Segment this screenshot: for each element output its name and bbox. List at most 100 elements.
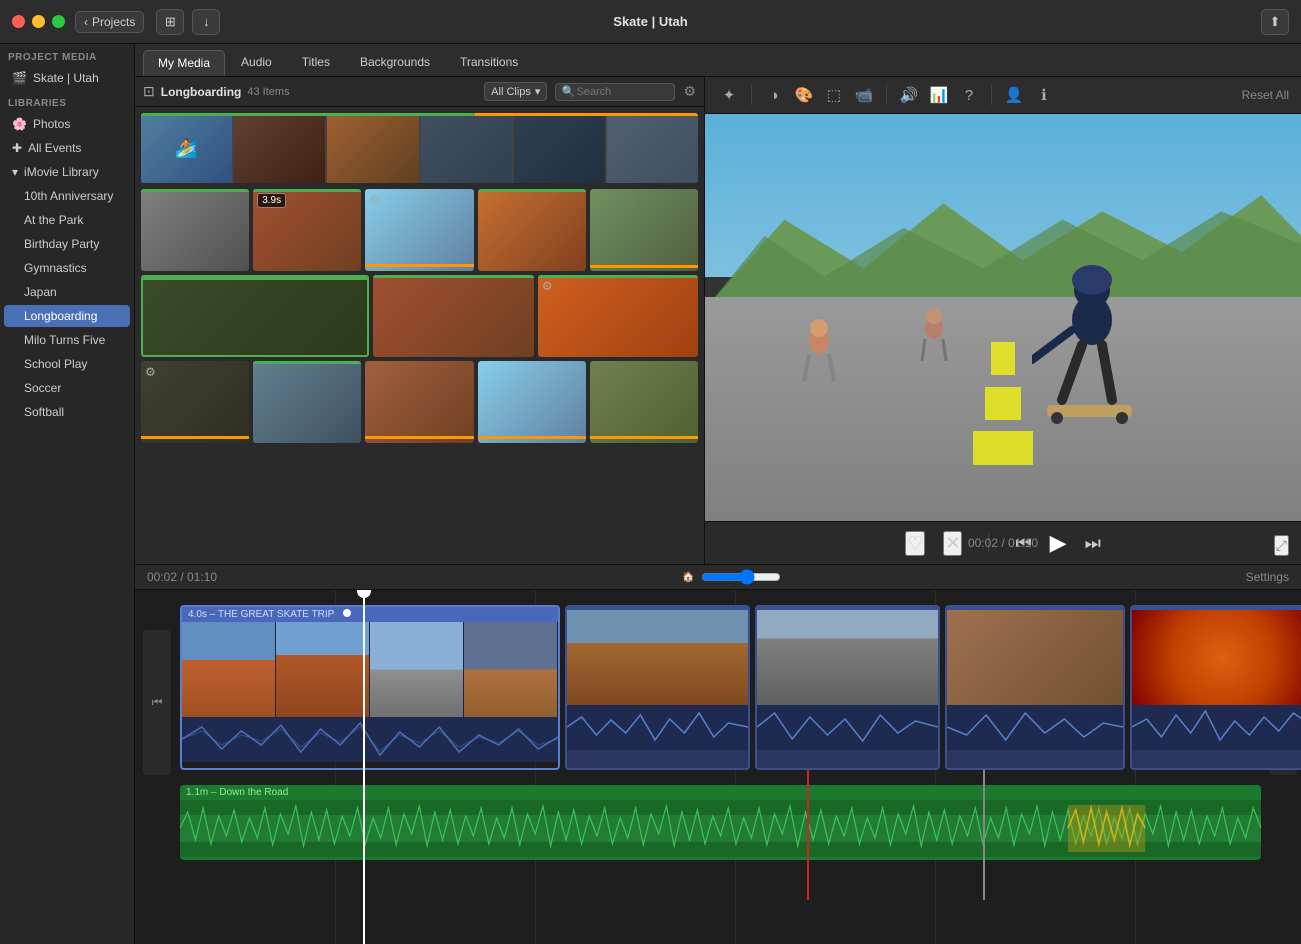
sidebar-item-birthday-party[interactable]: Birthday Party — [4, 233, 130, 255]
thumb-skate4[interactable] — [421, 113, 512, 183]
sidebar-item-milo-turns-five[interactable]: Milo Turns Five — [4, 329, 130, 351]
clip-great-skate-trip[interactable]: 4.0s – THE GREAT SKATE TRIP — [180, 605, 560, 770]
media-thumb-4b[interactable] — [253, 361, 361, 443]
preview-controls: ♡ ✕ ⏮ ▶ ⏭ 00:02 / 01:10 ⤢ — [705, 521, 1301, 564]
media-thumb-4d[interactable] — [478, 361, 586, 443]
magic-wand-tool[interactable]: ✦ — [717, 83, 741, 107]
audio-clip-down-the-road[interactable]: 1.1m – Down the Road — [180, 785, 1261, 860]
tab-backgrounds[interactable]: Backgrounds — [346, 50, 444, 76]
close-button[interactable] — [12, 15, 25, 28]
media-strip-row1[interactable]: 🏄 — [141, 113, 698, 183]
item-label: At the Park — [24, 213, 83, 227]
clip-4[interactable] — [945, 605, 1125, 770]
color-tool[interactable]: 🎨 — [792, 83, 816, 107]
tab-audio[interactable]: Audio — [227, 50, 286, 76]
media-thumb-2e[interactable] — [590, 189, 698, 271]
playhead-handle — [357, 590, 371, 598]
tab-transitions[interactable]: Transitions — [446, 50, 532, 76]
bg-skater-2 — [914, 306, 954, 379]
grid-view-button[interactable]: ⊞ — [156, 9, 184, 35]
tab-titles[interactable]: Titles — [288, 50, 344, 76]
info-tool[interactable]: ℹ — [1032, 83, 1056, 107]
sidebar-item-photos[interactable]: 🌸 Photos — [4, 113, 130, 135]
item-label: Milo Turns Five — [24, 333, 105, 347]
media-thumb-3c[interactable]: ⚙ — [538, 275, 698, 357]
libraries-label: LIBRARIES — [0, 90, 134, 112]
crop-tool[interactable]: ⬚ — [822, 83, 846, 107]
sidebar-item-school-play[interactable]: School Play — [4, 353, 130, 375]
go-to-end-button[interactable]: ⏭ — [1085, 533, 1101, 554]
thumb-skate6[interactable] — [607, 113, 698, 183]
camera-tool[interactable]: 📹 — [852, 83, 876, 107]
settings-gear-icon[interactable]: ⚙ — [683, 83, 696, 100]
browser-panel: ⊡ Longboarding 43 Items All Clips ▾ 🔍 ⚙ — [135, 77, 705, 564]
speed-tool[interactable]: 👤 — [1002, 83, 1026, 107]
media-thumb-4a[interactable]: ⚙ — [141, 361, 249, 443]
media-thumb-4c[interactable] — [365, 361, 473, 443]
media-thumb-4e[interactable] — [590, 361, 698, 443]
projects-label: Projects — [92, 15, 135, 29]
tool-sep-1 — [751, 85, 752, 105]
audio-tool[interactable]: 🔊 — [897, 83, 921, 107]
fullscreen-button[interactable] — [52, 15, 65, 28]
settings-button[interactable]: Settings — [1246, 570, 1289, 584]
media-thumb-2a[interactable] — [141, 189, 249, 271]
media-thumb-2b[interactable]: 3.9s — [253, 189, 361, 271]
playhead[interactable] — [363, 590, 365, 944]
item-count: 43 Items — [247, 86, 289, 98]
zoom-slider[interactable] — [701, 569, 781, 585]
reject-button[interactable]: ✕ — [943, 531, 962, 556]
media-thumb-2c[interactable]: ⚙ — [365, 189, 473, 271]
skip-to-start-button[interactable]: ⏮ — [143, 630, 171, 775]
waveform-5 — [1132, 705, 1301, 750]
film-icon: 🎬 — [12, 71, 27, 85]
noise-reduction-tool[interactable]: ? — [957, 83, 981, 107]
equalizer-tool[interactable]: 📊 — [927, 83, 951, 107]
thumb-skate2[interactable] — [234, 113, 325, 183]
favorite-button[interactable]: ♡ — [905, 531, 925, 556]
sidebar-item-imovie-library[interactable]: ▾ iMovie Library — [4, 161, 130, 183]
sidebar-item-all-events[interactable]: ✚ All Events — [4, 137, 130, 159]
sidebar-item-longboarding[interactable]: Longboarding — [4, 305, 130, 327]
fullscreen-preview-button[interactable]: ⤢ — [1274, 535, 1289, 556]
sidebar-item-gymnastics[interactable]: Gymnastics — [4, 257, 130, 279]
duration-badge-2b: 3.9s — [257, 193, 286, 208]
video-preview[interactable] — [705, 114, 1301, 521]
color-correction-tool[interactable]: ◑ — [762, 83, 786, 107]
minimize-button[interactable] — [32, 15, 45, 28]
projects-button[interactable]: ‹ Projects — [75, 11, 144, 33]
search-icon: 🔍 — [561, 85, 575, 98]
timeline-content[interactable]: ⏮ ⏭ 4.0s – THE GREAT SKATE TRIP — [135, 590, 1301, 944]
sidebar-item-softball[interactable]: Softball — [4, 401, 130, 423]
sidebar-item-soccer[interactable]: Soccer — [4, 377, 130, 399]
sidebar-item-project[interactable]: 🎬 Skate | Utah — [4, 67, 130, 89]
clips-filter[interactable]: All Clips ▾ — [484, 82, 547, 101]
thumb-skate1[interactable]: 🏄 — [141, 113, 232, 183]
thumb-skate3[interactable] — [327, 113, 418, 183]
tab-my-media[interactable]: My Media — [143, 50, 225, 76]
share-button[interactable]: ⬆ — [1261, 9, 1289, 35]
project-item-label: Skate | Utah — [33, 71, 99, 85]
clip-thumb-4 — [464, 622, 558, 717]
reset-all-button[interactable]: Reset All — [1242, 88, 1289, 102]
color-bar-top — [141, 113, 698, 116]
media-thumb-2d[interactable] — [478, 189, 586, 271]
media-thumb-3b[interactable] — [373, 275, 533, 357]
main-layout: PROJECT MEDIA 🎬 Skate | Utah LIBRARIES 🌸… — [0, 44, 1301, 944]
clip-2[interactable] — [565, 605, 750, 770]
sidebar-item-10th-anniversary[interactable]: 10th Anniversary — [4, 185, 130, 207]
thumb-skate5[interactable] — [514, 113, 605, 183]
sidebar-item-japan[interactable]: Japan — [4, 281, 130, 303]
clip-orange-wheel[interactable] — [1130, 605, 1301, 770]
event-title: Longboarding — [161, 85, 242, 99]
item-label: School Play — [24, 357, 87, 371]
clip-thumb-row-2 — [567, 610, 748, 705]
clip-3[interactable] — [755, 605, 940, 770]
sidebar-item-at-the-park[interactable]: At the Park — [4, 209, 130, 231]
import-button[interactable]: ↓ — [192, 9, 220, 35]
play-button[interactable]: ▶ — [1050, 530, 1067, 556]
media-thumb-3a[interactable] — [141, 275, 369, 357]
plus-icon: ✚ — [12, 141, 22, 155]
preview-tools: ✦ ◑ 🎨 ⬚ 📹 🔊 📊 ? 👤 ℹ — [717, 83, 1056, 107]
all-events-label: All Events — [28, 141, 81, 155]
